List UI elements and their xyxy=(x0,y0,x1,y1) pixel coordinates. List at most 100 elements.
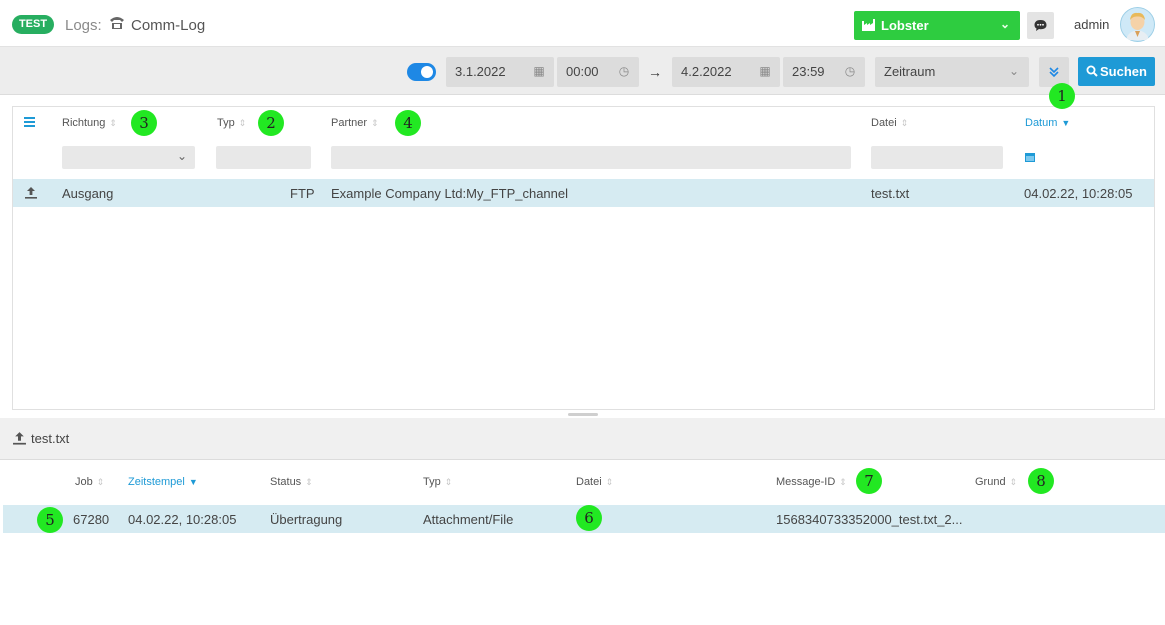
column-header-timestamp[interactable]: Zeitstempel ▼ xyxy=(128,476,198,488)
sort-icon: ⇕ xyxy=(96,477,105,487)
search-button[interactable]: Suchen xyxy=(1078,57,1155,86)
chevron-down-icon: ⌄ xyxy=(176,149,187,163)
annotation-marker-4: 4 xyxy=(395,110,421,136)
clock-icon[interactable]: ◷ xyxy=(617,64,631,78)
column-header-type[interactable]: Typ ⇕ xyxy=(217,117,246,129)
annotation-marker-6: 6 xyxy=(576,505,602,531)
user-avatar-icon xyxy=(1120,7,1155,42)
search-label: Suchen xyxy=(1100,64,1147,79)
time-to-field[interactable]: 23:59 ◷ xyxy=(783,57,865,87)
log-table: Richtung ⇕ Typ ⇕ Partner ⇕ Datei ⇕ Datum ▼ ⌄ … xyxy=(12,106,1155,410)
column-date-label: Datum xyxy=(1025,117,1058,129)
chat-button[interactable] xyxy=(1027,12,1054,39)
double-chevron-down-icon xyxy=(1049,67,1059,78)
type-filter-input[interactable] xyxy=(216,146,311,169)
column-header-direction[interactable]: Richtung ⇕ xyxy=(62,117,117,129)
column-header-status[interactable]: Status ⇕ xyxy=(270,476,313,488)
detail-header: test.txt xyxy=(0,418,1165,460)
annotation-marker-8: 8 xyxy=(1028,468,1054,494)
row-type: FTP xyxy=(290,186,315,201)
date-to-field[interactable]: 4.2.2022 ▦ xyxy=(672,57,780,87)
range-select[interactable]: Zeitraum ⌄ xyxy=(875,57,1029,87)
sort-icon: ⇕ xyxy=(238,118,247,128)
sort-icon: ⇕ xyxy=(1009,477,1018,487)
column-detail-type-label: Typ xyxy=(423,476,441,488)
sort-descending-icon: ▼ xyxy=(188,477,198,487)
telephone-icon xyxy=(110,17,124,29)
range-arrow-icon: → xyxy=(648,64,662,80)
company-selector[interactable]: Lobster ⌄ xyxy=(854,11,1020,40)
sort-icon: ⇕ xyxy=(371,118,379,128)
column-message-id-label: Message-ID xyxy=(776,476,836,488)
row-job: 67280 xyxy=(73,512,110,527)
calendar-icon[interactable] xyxy=(1025,152,1035,162)
file-filter-input[interactable] xyxy=(871,146,1003,169)
sort-icon: ⇕ xyxy=(305,477,313,487)
time-to-value: 23:59 xyxy=(792,64,825,79)
column-header-message-id[interactable]: Message-ID ⇕ xyxy=(776,476,847,488)
company-name: Lobster xyxy=(881,18,929,33)
row-file: test.txt xyxy=(871,186,910,201)
sort-icon: ⇕ xyxy=(109,118,117,128)
filter-bar: 3.1.2022 ▦ 00:00 ◷ → 4.2.2022 ▦ 23:59 ◷ … xyxy=(0,47,1165,95)
clock-icon[interactable]: ◷ xyxy=(843,64,857,78)
toggle-knob xyxy=(421,66,433,78)
row-detail-type: Attachment/File xyxy=(423,512,514,527)
time-from-field[interactable]: 00:00 ◷ xyxy=(557,57,639,87)
direction-filter-select[interactable]: ⌄ xyxy=(62,146,195,169)
date-filter-toggle[interactable] xyxy=(407,63,436,81)
breadcrumb-label: Logs: xyxy=(65,17,102,34)
column-reason-label: Grund xyxy=(975,476,1006,488)
row-status: Übertragung xyxy=(270,512,343,527)
annotation-marker-3: 3 xyxy=(131,110,157,136)
time-from-value: 00:00 xyxy=(566,64,599,79)
row-timestamp: 04.02.22, 10:28:05 xyxy=(128,512,237,527)
upload-icon xyxy=(13,432,26,445)
search-icon xyxy=(1086,65,1098,77)
calendar-icon[interactable]: ▦ xyxy=(758,64,772,78)
column-type-label: Typ xyxy=(217,117,235,129)
column-header-partner[interactable]: Partner ⇕ xyxy=(331,117,379,129)
annotation-marker-2: 2 xyxy=(258,110,284,136)
partner-filter-input[interactable] xyxy=(331,146,851,169)
column-header-reason[interactable]: Grund ⇕ xyxy=(975,476,1017,488)
column-header-date[interactable]: Datum ▼ xyxy=(1025,117,1070,129)
sort-icon: ⇕ xyxy=(839,477,847,487)
column-header-job[interactable]: Job ⇕ xyxy=(75,476,104,488)
row-partner: Example Company Ltd:My_FTP_channel xyxy=(331,186,569,201)
date-from-value: 3.1.2022 xyxy=(455,64,506,79)
environment-badge: TEST xyxy=(12,15,54,34)
column-status-label: Status xyxy=(270,476,302,488)
column-detail-file-label: Datei xyxy=(576,476,602,488)
row-date: 04.02.22, 10:28:05 xyxy=(1024,186,1133,201)
chevron-down-icon: ⌄ xyxy=(999,17,1010,31)
menu-icon[interactable] xyxy=(24,117,35,127)
column-header-detail-type[interactable]: Typ ⇕ xyxy=(423,476,452,488)
column-timestamp-label: Zeitstempel xyxy=(128,476,185,488)
column-job-label: Job xyxy=(75,476,93,488)
date-from-field[interactable]: 3.1.2022 ▦ xyxy=(446,57,554,87)
annotation-marker-7: 7 xyxy=(856,468,882,494)
sort-icon: ⇕ xyxy=(900,118,909,128)
page-title: Comm-Log xyxy=(131,17,206,34)
row-direction: Ausgang xyxy=(62,186,114,201)
column-header-file[interactable]: Datei ⇕ xyxy=(871,117,908,129)
avatar[interactable] xyxy=(1120,7,1155,42)
app-header: TEST Logs: Comm-Log Lobster ⌄ admin xyxy=(0,0,1165,47)
upload-icon xyxy=(25,187,37,199)
annotation-marker-5: 5 xyxy=(37,507,63,533)
table-row[interactable]: Ausgang FTP Example Company Ltd:My_FTP_c… xyxy=(13,179,1154,207)
calendar-icon[interactable]: ▦ xyxy=(532,64,546,78)
annotation-marker-1: 1 xyxy=(1049,83,1075,109)
chat-icon xyxy=(1034,20,1047,31)
column-direction-label: Richtung xyxy=(62,117,106,129)
range-select-value: Zeitraum xyxy=(884,64,936,79)
user-name[interactable]: admin xyxy=(1074,17,1109,32)
column-header-detail-file[interactable]: Datei ⇕ xyxy=(576,476,613,488)
date-to-value: 4.2.2022 xyxy=(681,64,732,79)
sort-icon: ⇕ xyxy=(605,477,614,487)
splitter-handle[interactable] xyxy=(568,413,598,416)
sort-descending-icon: ▼ xyxy=(1061,118,1071,128)
detail-title: test.txt xyxy=(31,431,70,446)
row-message-id: 1568340733352000_test.txt_2... xyxy=(776,512,963,527)
